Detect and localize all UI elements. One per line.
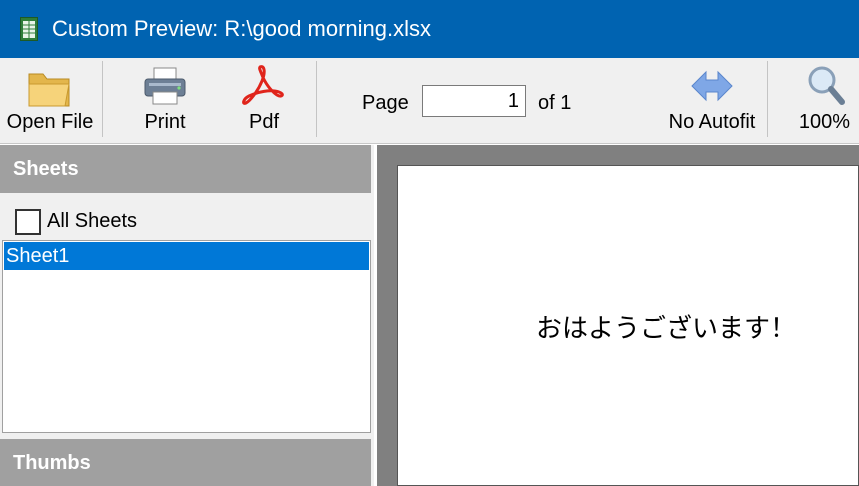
magnifier-icon — [808, 66, 845, 105]
open-file-button[interactable]: Open File — [0, 58, 100, 142]
all-sheets-label[interactable]: All Sheets — [47, 210, 137, 233]
toolbar-separator — [767, 61, 768, 137]
page-label: Page — [362, 92, 409, 114]
thumbs-header[interactable]: Thumbs — [0, 439, 371, 486]
title-bar: Custom Preview: R:\good morning.xlsx — [0, 0, 859, 58]
page-count: of 1 — [538, 92, 572, 114]
print-button[interactable]: Print — [120, 58, 210, 142]
sidebar: Sheets All Sheets Sheet1 Thumbs — [0, 145, 374, 486]
toolbar-separator — [316, 61, 317, 137]
zoom-button[interactable]: 100% — [790, 58, 859, 142]
pdf-label: Pdf — [248, 111, 280, 133]
printer-icon — [144, 67, 186, 105]
page-number-input[interactable] — [422, 85, 526, 117]
pdf-button[interactable]: Pdf — [224, 58, 304, 142]
folder-icon — [28, 73, 70, 107]
zoom-label: 100% — [798, 111, 851, 133]
open-file-label: Open File — [6, 111, 94, 133]
autofit-button[interactable]: No Autofit — [658, 58, 766, 142]
sheets-header[interactable]: Sheets — [0, 145, 371, 193]
sheet-list[interactable]: Sheet1 — [2, 240, 371, 433]
all-sheets-checkbox[interactable] — [15, 209, 41, 235]
toolbar: Open File Print Pdf Page of 1 No Autofit — [0, 58, 859, 144]
autofit-arrows-icon — [691, 70, 733, 102]
list-item[interactable]: Sheet1 — [4, 242, 369, 270]
window-title: Custom Preview: R:\good morning.xlsx — [52, 16, 432, 41]
toolbar-separator — [102, 61, 103, 137]
cell-text: おはようございます！ — [536, 314, 797, 344]
print-label: Print — [144, 111, 186, 133]
autofit-label: No Autofit — [668, 111, 756, 133]
spreadsheet-icon — [20, 17, 38, 41]
pdf-icon — [242, 65, 284, 105]
